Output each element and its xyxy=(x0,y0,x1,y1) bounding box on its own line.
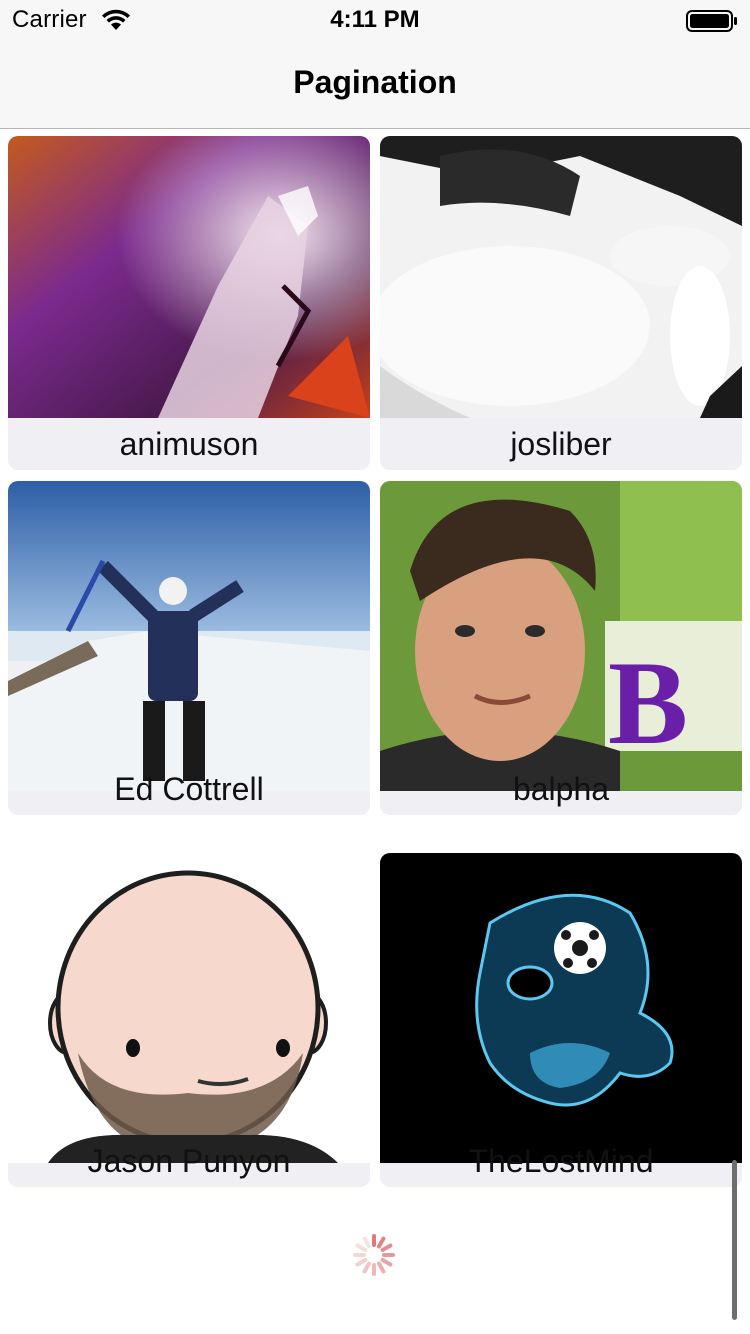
user-name: josliber xyxy=(510,426,612,462)
status-bar: Carrier 4:11 PM xyxy=(0,0,750,40)
user-name: Jason Punyon xyxy=(87,1143,291,1179)
navigation-bar: Pagination xyxy=(0,40,750,129)
avatar-image: B xyxy=(380,481,742,791)
avatar-image xyxy=(380,853,742,1163)
user-name: Ed Cottrell xyxy=(114,771,264,807)
user-cell[interactable]: Jason Punyon xyxy=(8,853,370,1187)
avatar-image xyxy=(8,853,370,1163)
svg-text:B: B xyxy=(608,636,688,769)
scroll-indicator[interactable] xyxy=(732,1160,737,1320)
user-name: balpha xyxy=(512,771,610,807)
user-cell[interactable]: Ed Cottrell xyxy=(8,481,370,815)
user-cell[interactable]: B balpha xyxy=(380,481,742,815)
user-cell[interactable]: TheLostMind xyxy=(380,853,742,1187)
page-title: Pagination xyxy=(293,64,457,100)
avatar-image xyxy=(380,136,742,418)
user-cell[interactable]: josliber xyxy=(380,136,742,470)
user-cell[interactable]: animuson xyxy=(8,136,370,470)
user-name: animuson xyxy=(119,426,259,462)
user-name: TheLostMind xyxy=(468,1143,654,1179)
activity-spinner-icon xyxy=(352,1233,396,1277)
avatar-image xyxy=(8,481,370,791)
status-time: 4:11 PM xyxy=(330,6,420,33)
battery-icon xyxy=(686,10,738,32)
avatar-image xyxy=(8,136,370,418)
